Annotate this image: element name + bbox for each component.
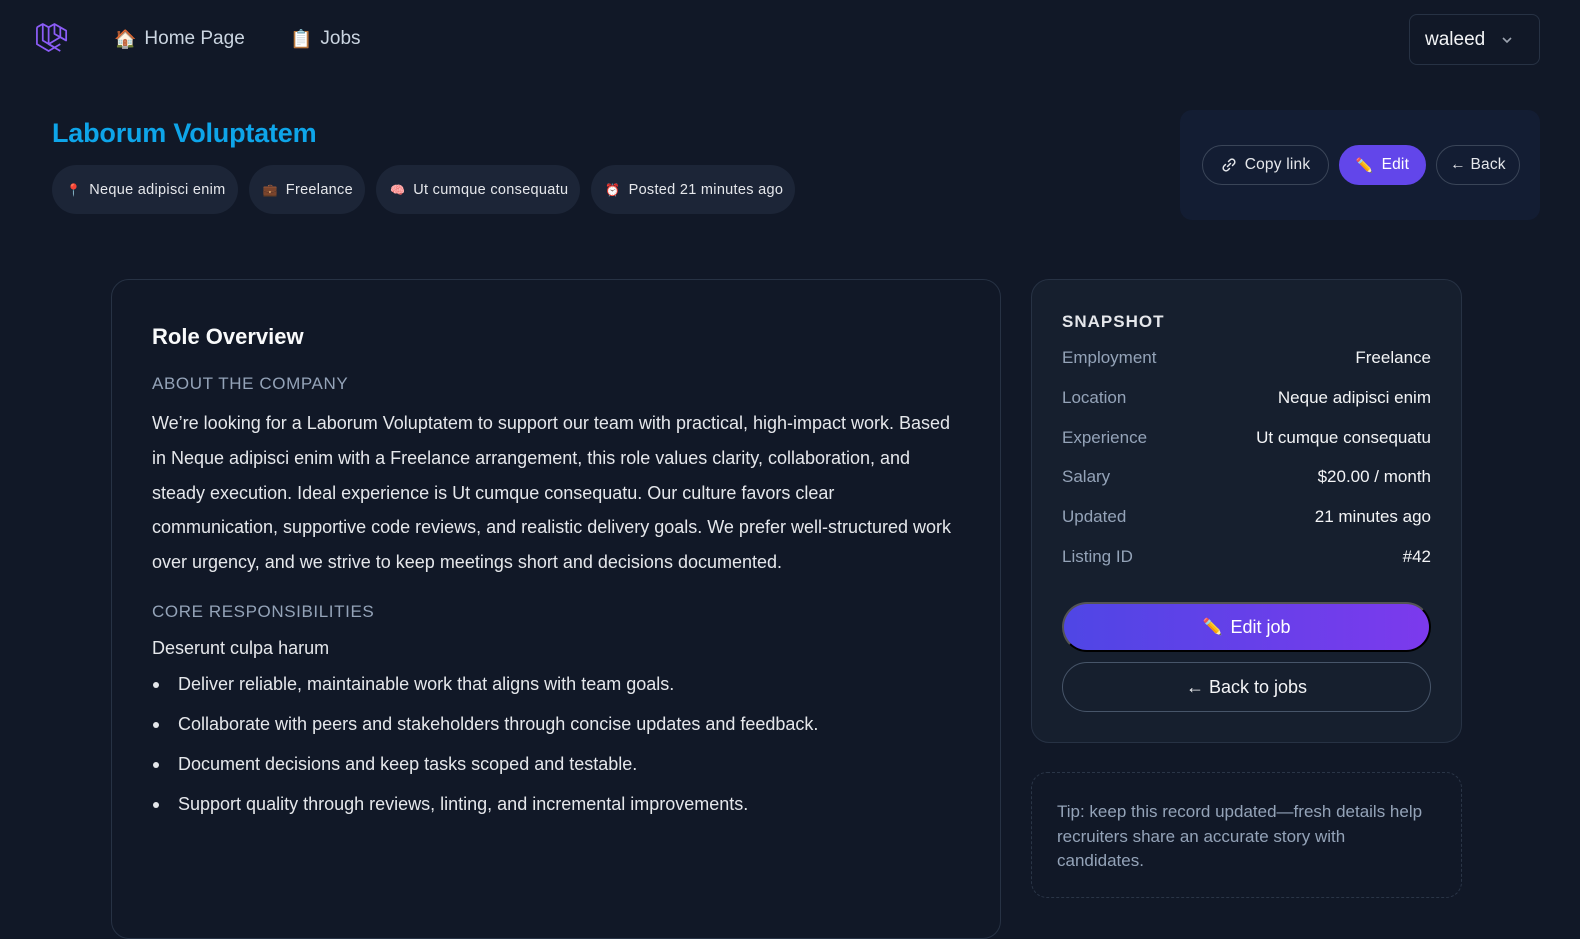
pencil-icon: ✏️ bbox=[1202, 619, 1223, 636]
chip-location: 📍 Neque adipisci enim bbox=[52, 165, 238, 214]
row-value: #42 bbox=[1402, 546, 1431, 566]
job-meta-chips: 📍 Neque adipisci enim 💼 Freelance 🧠 Ut c… bbox=[52, 165, 796, 214]
row-key: Employment bbox=[1062, 348, 1157, 367]
pin-icon: 📍 bbox=[66, 182, 82, 197]
responsibilities-intro: Deserunt culpa harum bbox=[152, 637, 330, 658]
list-item: Support quality through reviews, linting… bbox=[152, 793, 960, 833]
list-item: Collaborate with peers and stakeholders … bbox=[152, 713, 960, 753]
chip-label: Ut cumque consequatu bbox=[413, 181, 569, 198]
list-item: Deliver reliable, maintainable work that… bbox=[152, 673, 960, 713]
row-value: Freelance bbox=[1355, 348, 1431, 367]
row-key: Experience bbox=[1062, 427, 1148, 447]
edit-label: Edit bbox=[1381, 156, 1410, 173]
tip-box: Tip: keep this record updated—fresh deta… bbox=[1031, 772, 1462, 898]
chip-label: Neque adipisci enim bbox=[89, 181, 226, 198]
top-nav: 🏠 Home Page 📋 Jobs waleed bbox=[0, 0, 1580, 80]
about-company-label: ABOUT THE COMPANY bbox=[152, 374, 349, 393]
snapshot-details: Employment Freelance Location Neque adip… bbox=[1062, 348, 1431, 587]
house-icon: 🏠 bbox=[114, 28, 137, 49]
briefcase-icon: 💼 bbox=[262, 182, 278, 197]
back-button[interactable]: ← Back bbox=[1436, 145, 1520, 185]
row-value: 21 minutes ago bbox=[1314, 507, 1431, 527]
card-heading: Role Overview bbox=[152, 324, 304, 349]
responsibilities-list: Deliver reliable, maintainable work that… bbox=[152, 673, 960, 833]
back-to-jobs-label: ← Back to jobs bbox=[1185, 676, 1308, 697]
nav-jobs-label: Jobs bbox=[320, 28, 361, 49]
page-title: Laborum Voluptatem bbox=[52, 118, 317, 148]
row-key: Location bbox=[1062, 387, 1127, 407]
snapshot-title: SNAPSHOT bbox=[1062, 312, 1165, 331]
copy-link-label: Copy link bbox=[1244, 156, 1311, 173]
user-name: waleed bbox=[1425, 28, 1486, 50]
chip-experience: 🧠 Ut cumque consequatu bbox=[375, 165, 581, 214]
copy-link-button[interactable]: Copy link bbox=[1202, 145, 1329, 185]
about-company-text: We’re looking for a Laborum Voluptatem t… bbox=[152, 413, 951, 573]
back-label: ← Back bbox=[1450, 156, 1506, 173]
link-icon bbox=[1222, 158, 1236, 172]
snapshot-row-employment: Employment Freelance bbox=[1062, 348, 1431, 388]
nav-home-label: Home Page bbox=[144, 28, 245, 49]
list-item: Document decisions and keep tasks scoped… bbox=[152, 753, 960, 793]
nav-jobs-link[interactable]: 📋 Jobs bbox=[290, 26, 361, 52]
snapshot-card: SNAPSHOT Employment Freelance Location N… bbox=[1031, 279, 1462, 743]
pencil-icon: ✏️ bbox=[1355, 156, 1374, 173]
user-menu-dropdown[interactable]: waleed bbox=[1409, 14, 1540, 65]
row-key: Listing ID bbox=[1062, 546, 1133, 566]
back-to-jobs-button[interactable]: ← Back to jobs bbox=[1062, 662, 1431, 712]
row-key: Salary bbox=[1062, 467, 1111, 487]
responsibilities-label: CORE RESPONSIBILITIES bbox=[152, 601, 375, 621]
row-value: $20.00 / month bbox=[1317, 467, 1431, 487]
chevron-down-icon bbox=[1502, 36, 1512, 43]
snapshot-row-listing-id: Listing ID #42 bbox=[1062, 547, 1431, 587]
chip-posted: ⏰ Posted 21 minutes ago bbox=[591, 165, 796, 214]
nav-home-link[interactable]: 🏠 Home Page bbox=[114, 26, 245, 52]
edit-button[interactable]: ✏️ Edit bbox=[1339, 145, 1426, 185]
chip-employment: 💼 Freelance bbox=[248, 165, 365, 214]
edit-job-label: Edit job bbox=[1230, 616, 1291, 637]
alarm-clock-icon: ⏰ bbox=[605, 182, 621, 197]
row-value: Neque adipisci enim bbox=[1277, 387, 1431, 407]
brain-icon: 🧠 bbox=[389, 182, 406, 197]
role-overview-card: Role Overview ABOUT THE COMPANY We’re lo… bbox=[111, 279, 1001, 939]
clipboard-icon: 📋 bbox=[290, 28, 313, 49]
chip-label: Posted 21 minutes ago bbox=[628, 181, 784, 198]
row-key: Updated bbox=[1062, 507, 1127, 527]
snapshot-row-updated: Updated 21 minutes ago bbox=[1062, 507, 1431, 547]
snapshot-row-location: Location Neque adipisci enim bbox=[1062, 388, 1431, 428]
chip-label: Freelance bbox=[285, 181, 353, 198]
laravel-logo-icon[interactable] bbox=[34, 20, 72, 58]
edit-job-button[interactable]: ✏️ Edit job bbox=[1062, 602, 1431, 652]
snapshot-row-experience: Experience Ut cumque consequatu bbox=[1062, 428, 1431, 468]
snapshot-row-salary: Salary $20.00 / month bbox=[1062, 467, 1431, 507]
tip-text: Tip: keep this record updated—fresh deta… bbox=[1057, 802, 1423, 870]
row-value: Ut cumque consequatu bbox=[1256, 427, 1431, 447]
